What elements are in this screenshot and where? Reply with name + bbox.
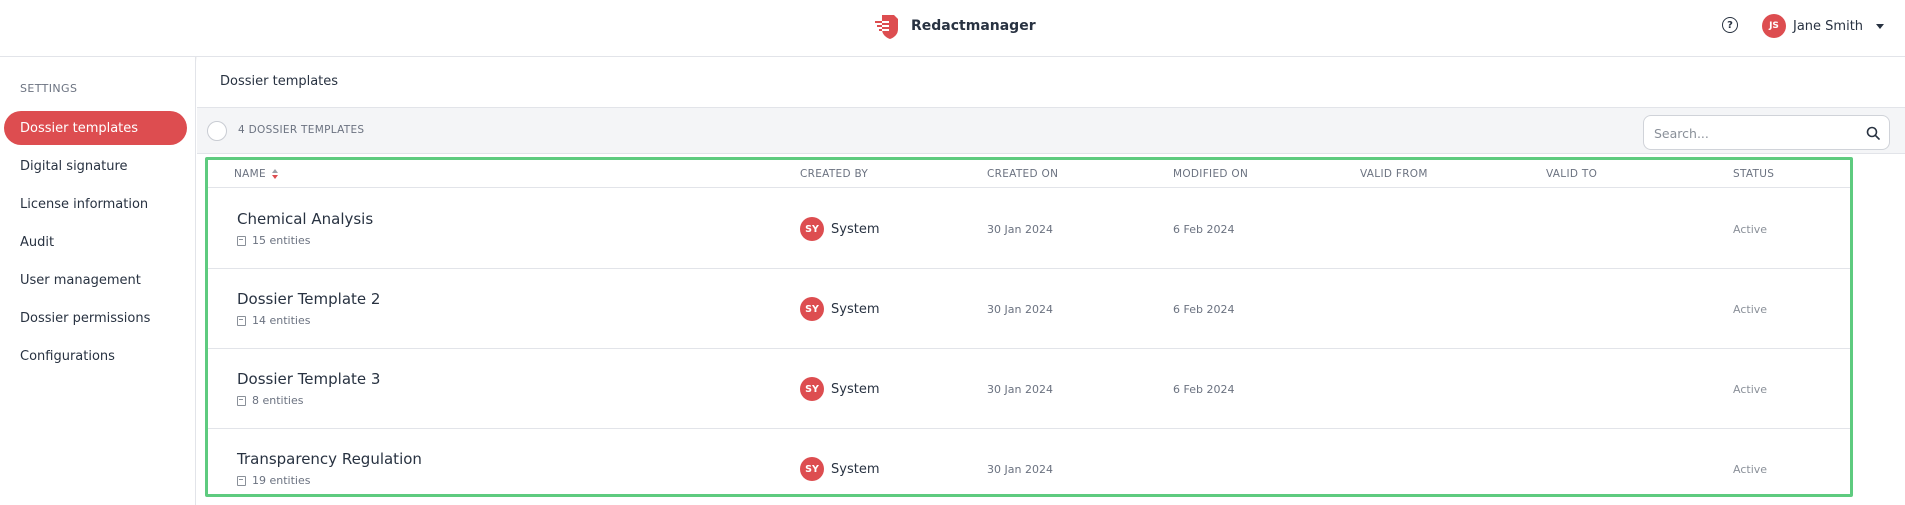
modified-on: 6 Feb 2024 <box>1173 383 1235 396</box>
column-header-created-on[interactable]: CREATED ON <box>987 168 1058 180</box>
sidebar-item-user-management[interactable]: User management <box>4 263 187 297</box>
breadcrumb[interactable]: Dossier templates <box>220 74 338 89</box>
created-by: SY System <box>800 217 879 241</box>
column-header-modified-on[interactable]: MODIFIED ON <box>1173 168 1248 180</box>
creator-avatar: SY <box>800 457 824 481</box>
user-name: Jane Smith <box>1793 18 1864 34</box>
list-toolbar: 4 DOSSIER TEMPLATES <box>197 107 1905 154</box>
document-icon <box>237 235 246 246</box>
entity-count: 14 entities <box>237 314 310 327</box>
help-circle-icon[interactable]: ? <box>1722 17 1738 33</box>
sidebar-item-dossier-permissions[interactable]: Dossier permissions <box>4 301 187 335</box>
table-row[interactable]: Dossier Template 2 14 entities SY System… <box>208 269 1850 349</box>
user-menu[interactable]: JS Jane Smith <box>1762 14 1885 38</box>
status-badge: Active <box>1733 463 1768 476</box>
table-header: NAME CREATED BY CREATED ON MODIFIED ON V… <box>208 160 1850 188</box>
created-on: 30 Jan 2024 <box>987 463 1053 476</box>
search-icon[interactable] <box>1866 126 1880 140</box>
user-avatar: JS <box>1762 14 1786 38</box>
template-name[interactable]: Dossier Template 2 <box>237 290 380 308</box>
settings-sidebar: SETTINGS Dossier templates Digital signa… <box>0 57 196 505</box>
created-on: 30 Jan 2024 <box>987 223 1053 236</box>
column-header-status[interactable]: STATUS <box>1733 168 1774 180</box>
sort-icon <box>271 169 278 179</box>
modified-on: 6 Feb 2024 <box>1173 223 1235 236</box>
template-name[interactable]: Transparency Regulation <box>237 450 422 468</box>
creator-avatar: SY <box>800 377 824 401</box>
app-name: Redactmanager <box>911 18 1036 34</box>
created-by: SY System <box>800 377 879 401</box>
table-row[interactable]: Dossier Template 3 8 entities SY System … <box>208 349 1850 429</box>
table-row[interactable]: Chemical Analysis 15 entities SY System … <box>208 189 1850 269</box>
sidebar-item-configurations[interactable]: Configurations <box>4 339 187 373</box>
table-row[interactable]: Transparency Regulation 19 entities SY S… <box>208 429 1850 494</box>
entity-count: 15 entities <box>237 234 310 247</box>
sidebar-item-dossier-templates[interactable]: Dossier templates <box>4 111 187 145</box>
column-header-name[interactable]: NAME <box>234 168 278 180</box>
creator-avatar: SY <box>800 217 824 241</box>
modified-on: 6 Feb 2024 <box>1173 303 1235 316</box>
search-box[interactable] <box>1643 115 1890 150</box>
created-by: SY System <box>800 457 879 481</box>
sidebar-item-audit[interactable]: Audit <box>4 225 187 259</box>
entity-count: 19 entities <box>237 474 310 487</box>
sidebar-item-digital-signature[interactable]: Digital signature <box>4 149 187 183</box>
status-badge: Active <box>1733 303 1768 316</box>
template-name[interactable]: Dossier Template 3 <box>237 370 380 388</box>
top-bar: Redactmanager ? JS Jane Smith <box>0 0 1905 57</box>
column-header-valid-to[interactable]: VALID TO <box>1546 168 1597 180</box>
created-on: 30 Jan 2024 <box>987 303 1053 316</box>
created-on: 30 Jan 2024 <box>987 383 1053 396</box>
sidebar-title: SETTINGS <box>20 82 78 95</box>
template-name[interactable]: Chemical Analysis <box>237 210 373 228</box>
creator-avatar: SY <box>800 297 824 321</box>
status-badge: Active <box>1733 383 1768 396</box>
status-badge: Active <box>1733 223 1768 236</box>
document-icon <box>237 315 246 326</box>
redactmanager-logo-icon <box>873 12 901 40</box>
document-icon <box>237 395 246 406</box>
sidebar-item-license-information[interactable]: License information <box>4 187 187 221</box>
dossier-templates-table: NAME CREATED BY CREATED ON MODIFIED ON V… <box>205 157 1853 497</box>
caret-down-icon <box>1876 23 1885 29</box>
column-header-valid-from[interactable]: VALID FROM <box>1360 168 1428 180</box>
column-header-created-by[interactable]: CREATED BY <box>800 168 868 180</box>
main-content: Dossier templates 4 DOSSIER TEMPLATES NA… <box>197 57 1905 505</box>
template-count: 4 DOSSIER TEMPLATES <box>238 124 365 136</box>
search-input[interactable] <box>1654 124 1854 142</box>
entity-count: 8 entities <box>237 394 303 407</box>
brand[interactable]: Redactmanager <box>873 10 1036 42</box>
select-all-checkbox[interactable] <box>207 121 227 141</box>
created-by: SY System <box>800 297 879 321</box>
document-icon <box>237 475 246 486</box>
